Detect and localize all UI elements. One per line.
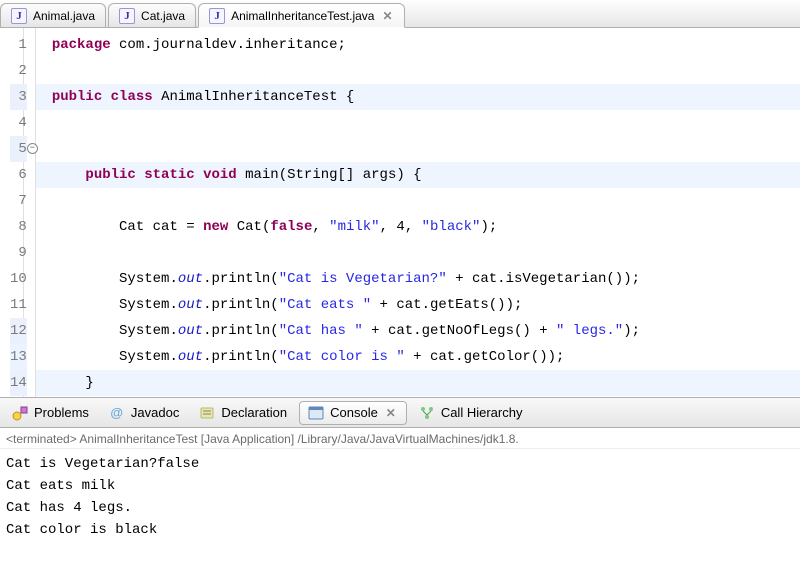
line-number: 13 [10, 344, 27, 370]
view-tab-javadoc[interactable]: @ Javadoc [101, 402, 187, 424]
console-line: Cat color is black [6, 519, 794, 541]
code-editor[interactable]: 1 2 3 4 5− 6 7 8 9 10 11 12 13 14 packag… [0, 28, 800, 398]
view-tab-label: Console [330, 405, 378, 420]
problems-icon [12, 405, 28, 421]
editor-tab-bar: J Animal.java J Cat.java J AnimalInherit… [0, 0, 800, 28]
console-line: Cat has 4 legs. [6, 497, 794, 519]
tab-label: Cat.java [141, 9, 185, 23]
tab-label: AnimalInheritanceTest.java [231, 9, 374, 23]
line-number: 7 [10, 188, 27, 214]
call-hierarchy-icon [419, 405, 435, 421]
close-icon[interactable]: ✕ [380, 9, 394, 23]
line-number: 14 [10, 370, 27, 396]
line-number: 9 [10, 240, 27, 266]
view-tab-console[interactable]: Console ✕ [299, 401, 407, 425]
declaration-icon [199, 405, 215, 421]
java-file-icon: J [209, 8, 225, 24]
java-file-icon: J [11, 8, 27, 24]
javadoc-icon: @ [109, 405, 125, 421]
console-line: Cat is Vegetarian?false [6, 453, 794, 475]
line-number: 12 [10, 318, 27, 344]
code-area[interactable]: package com.journaldev.inheritance; publ… [36, 28, 800, 397]
console-icon [308, 405, 324, 421]
view-tab-label: Declaration [221, 405, 287, 420]
line-number-gutter: 1 2 3 4 5− 6 7 8 9 10 11 12 13 14 [0, 28, 36, 397]
line-number: 11 [10, 292, 27, 318]
view-tab-problems[interactable]: Problems [4, 402, 97, 424]
line-number: 6 [10, 162, 27, 188]
line-number: 10 [10, 266, 27, 292]
view-tab-label: Problems [34, 405, 89, 420]
tab-animal-java[interactable]: J Animal.java [0, 3, 106, 27]
line-number: 2 [10, 58, 27, 84]
line-number: 1 [10, 32, 27, 58]
line-number: 4 [10, 110, 27, 136]
tab-cat-java[interactable]: J Cat.java [108, 3, 196, 27]
console-output[interactable]: Cat is Vegetarian?falseCat eats milkCat … [0, 449, 800, 581]
java-file-icon: J [119, 8, 135, 24]
view-tab-declaration[interactable]: Declaration [191, 402, 295, 424]
view-tab-call-hierarchy[interactable]: Call Hierarchy [411, 402, 531, 424]
console-line: Cat eats milk [6, 475, 794, 497]
console-launch-header: <terminated> AnimalInheritanceTest [Java… [0, 428, 800, 449]
close-icon[interactable]: ✕ [384, 406, 398, 420]
fold-toggle-icon[interactable]: − [27, 143, 38, 154]
view-tab-label: Javadoc [131, 405, 179, 420]
line-number: 8 [10, 214, 27, 240]
tab-label: Animal.java [33, 9, 95, 23]
views-tab-bar: Problems @ Javadoc Declaration Console ✕… [0, 398, 800, 428]
tab-animalinheritancetest-java[interactable]: J AnimalInheritanceTest.java ✕ [198, 3, 405, 28]
view-tab-label: Call Hierarchy [441, 405, 523, 420]
line-number: 3 [10, 84, 27, 110]
line-number: 5− [10, 136, 27, 162]
